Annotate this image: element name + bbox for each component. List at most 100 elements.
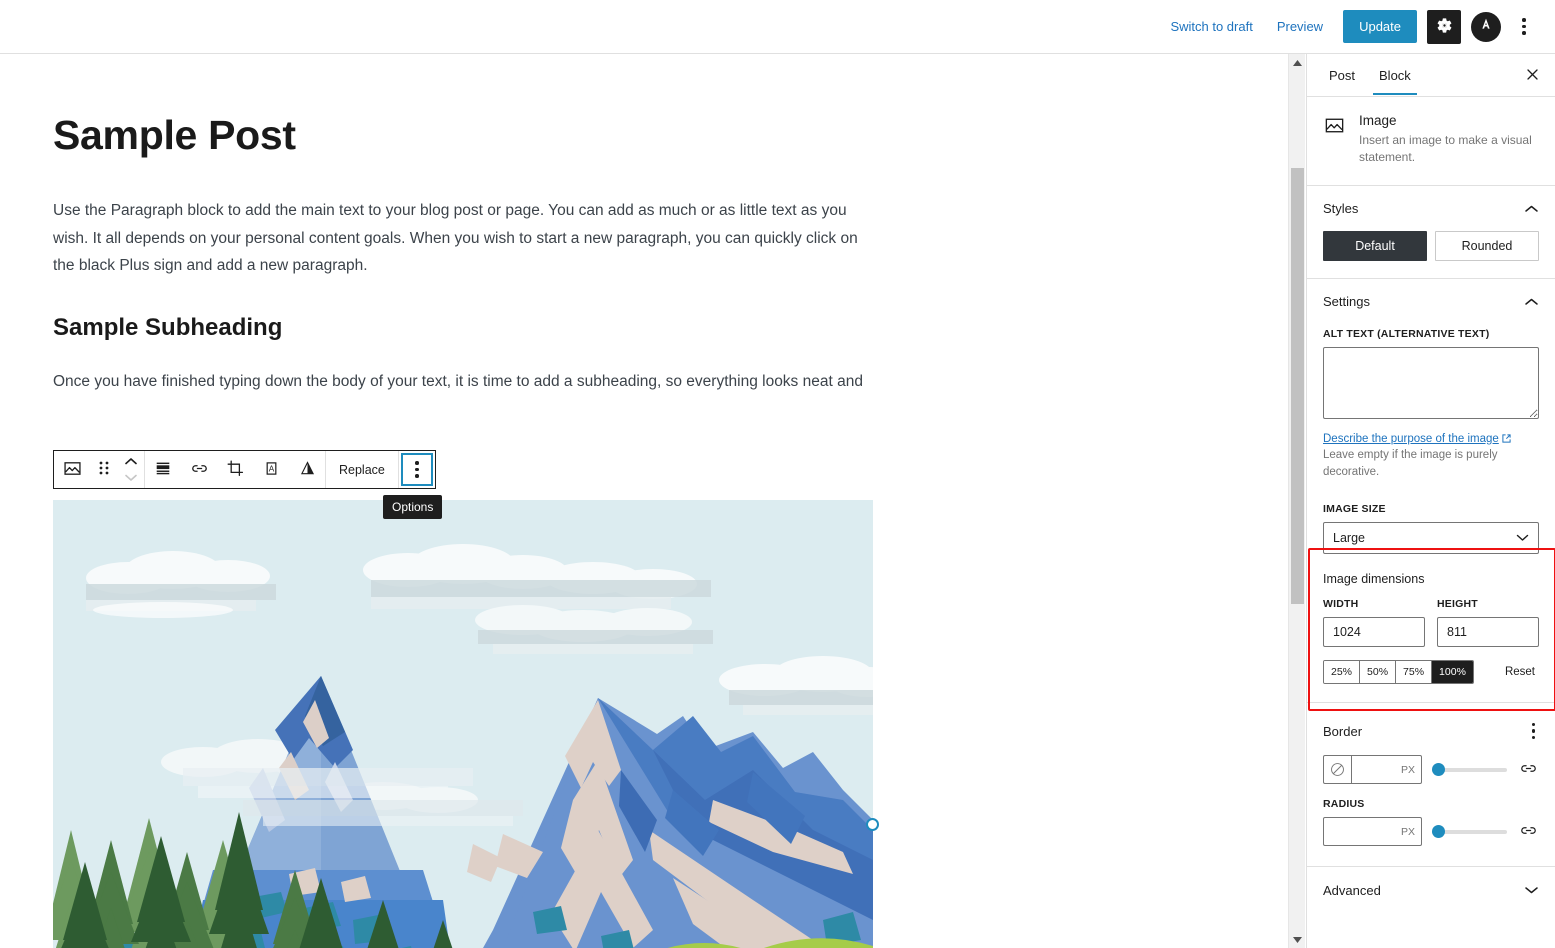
slider-thumb[interactable] — [1432, 825, 1445, 839]
chevron-up-icon — [1523, 201, 1539, 217]
radius-slider[interactable] — [1432, 825, 1507, 839]
avatar[interactable] — [1471, 11, 1501, 42]
editor-canvas: Sample Post Use the Paragraph block to a… — [0, 54, 1288, 948]
close-sidebar-button[interactable] — [1519, 63, 1545, 89]
alt-text-input[interactable] — [1323, 346, 1539, 419]
post-content: Sample Post Use the Paragraph block to a… — [0, 54, 1288, 395]
link-radius-corners-button[interactable] — [1517, 821, 1539, 843]
block-movers — [117, 454, 144, 485]
block-info-card: Image Insert an image to make a visual s… — [1307, 97, 1555, 186]
update-button[interactable]: Update — [1343, 10, 1417, 43]
chevron-down-icon — [124, 470, 138, 485]
image-block[interactable] — [53, 500, 873, 948]
image-format-group: A — [145, 451, 325, 488]
external-link-icon — [1499, 433, 1511, 445]
alt-text-help: Describe the purpose of the image Leave … — [1323, 431, 1539, 481]
scale-25-button[interactable]: 25% — [1324, 660, 1361, 683]
style-default-button[interactable]: Default — [1323, 230, 1427, 261]
page-title[interactable]: Sample Post — [53, 112, 1288, 159]
switch-to-draft-button[interactable]: Switch to draft — [1158, 13, 1264, 40]
preview-button[interactable]: Preview — [1265, 13, 1335, 40]
border-options-button[interactable] — [1528, 719, 1540, 744]
settings-gear-button[interactable] — [1427, 9, 1461, 44]
slider-thumb[interactable] — [1432, 763, 1445, 777]
move-up-button[interactable] — [124, 454, 138, 469]
alt-text-help-text: Leave empty if the image is purely decor… — [1323, 449, 1498, 479]
paragraph-block-1[interactable]: Use the Paragraph block to add the main … — [53, 197, 875, 280]
paragraph-block-2[interactable]: Once you have finished typing down the b… — [53, 368, 913, 396]
chevron-up-icon — [124, 454, 138, 469]
describe-image-link[interactable]: Describe the purpose of the image — [1323, 433, 1499, 445]
canvas-scrollbar[interactable] — [1288, 54, 1305, 948]
border-width-slider[interactable] — [1432, 763, 1507, 777]
close-icon — [1525, 67, 1540, 85]
width-field-group: WIDTH — [1323, 598, 1425, 647]
replace-button[interactable]: Replace — [326, 451, 398, 488]
chevron-up-icon — [1523, 294, 1539, 310]
editor-top-bar: Switch to draft Preview Update — [0, 0, 1555, 54]
link-corners-icon — [1519, 821, 1538, 843]
scroll-up-arrow[interactable] — [1289, 54, 1306, 71]
alt-text-label: ALT TEXT (ALTERNATIVE TEXT) — [1323, 327, 1490, 340]
align-button[interactable] — [145, 451, 181, 488]
image-size-value: Large — [1333, 530, 1365, 545]
tab-block[interactable]: Block — [1367, 55, 1423, 95]
image-size-group: IMAGE SIZE Large — [1323, 503, 1539, 554]
height-field-group: HEIGHT — [1437, 598, 1539, 647]
image-resize-handle[interactable] — [866, 818, 879, 831]
styles-section-header[interactable]: Styles — [1323, 186, 1539, 231]
scale-75-button[interactable]: 75% — [1396, 660, 1433, 683]
scroll-down-arrow[interactable] — [1289, 931, 1306, 948]
border-color-width-control[interactable]: PX — [1323, 755, 1422, 785]
styles-section: Styles Default Rounded — [1307, 186, 1555, 279]
add-text-over-image-button[interactable]: A — [253, 451, 289, 488]
crop-button[interactable] — [217, 451, 253, 488]
scale-100-button[interactable]: 100% — [1432, 660, 1473, 683]
border-section: Border PX RADIUS PX — [1307, 703, 1555, 868]
link-border-sides-button[interactable] — [1517, 759, 1539, 781]
border-width-input[interactable] — [1357, 762, 1398, 777]
scale-controls: 25% 50% 75% 100% Reset — [1323, 659, 1539, 702]
scale-50-button[interactable]: 50% — [1360, 660, 1397, 683]
radius-label: RADIUS — [1323, 798, 1365, 811]
heading-block[interactable]: Sample Subheading — [53, 314, 1288, 342]
block-options-button[interactable] — [398, 451, 435, 488]
image-size-label: IMAGE SIZE — [1323, 502, 1386, 515]
image-size-select[interactable]: Large — [1323, 521, 1539, 554]
block-switcher-group — [54, 451, 144, 488]
advanced-section: Advanced — [1307, 867, 1555, 912]
vertical-scroll-thumb[interactable] — [1291, 168, 1304, 604]
user-avatar-logo-icon — [1478, 16, 1494, 37]
duotone-filter-button[interactable] — [289, 451, 325, 488]
image-dimensions-row: WIDTH HEIGHT — [1323, 598, 1539, 647]
mountain-landscape-illustration — [53, 500, 873, 948]
block-settings-sidebar: Post Block Image Insert an image to make… — [1306, 54, 1555, 948]
block-toolbar: A Replace — [53, 450, 436, 489]
radius-control[interactable]: PX — [1323, 817, 1422, 847]
add-text-over-image-icon: A — [262, 459, 281, 481]
height-label: HEIGHT — [1437, 597, 1478, 610]
duotone-filter-icon — [298, 459, 317, 481]
tab-post[interactable]: Post — [1317, 55, 1367, 95]
alt-text-field-group: ALT TEXT (ALTERNATIVE TEXT) Describe the… — [1323, 324, 1539, 481]
move-down-button[interactable] — [124, 470, 138, 485]
image-block-type-button[interactable] — [54, 451, 90, 488]
width-input[interactable] — [1323, 616, 1425, 647]
radius-input[interactable] — [1339, 824, 1398, 839]
style-variations: Default Rounded — [1323, 230, 1539, 278]
more-options-button[interactable] — [1507, 10, 1541, 44]
drag-handle-icon — [98, 460, 110, 479]
drag-handle-button[interactable] — [90, 451, 117, 488]
settings-title: Settings — [1323, 294, 1370, 310]
image-block-icon — [62, 458, 83, 482]
style-rounded-button[interactable]: Rounded — [1435, 230, 1539, 261]
options-tooltip: Options — [383, 495, 443, 519]
wordpress-block-editor: Switch to draft Preview Update Sample Po… — [0, 0, 1555, 948]
height-input[interactable] — [1437, 616, 1539, 647]
advanced-section-header[interactable]: Advanced — [1323, 867, 1539, 912]
link-button[interactable] — [181, 451, 217, 488]
settings-section-header[interactable]: Settings — [1323, 279, 1539, 324]
no-color-icon[interactable] — [1324, 756, 1352, 784]
crop-icon — [226, 459, 245, 481]
reset-dimensions-button[interactable]: Reset — [1501, 662, 1539, 682]
